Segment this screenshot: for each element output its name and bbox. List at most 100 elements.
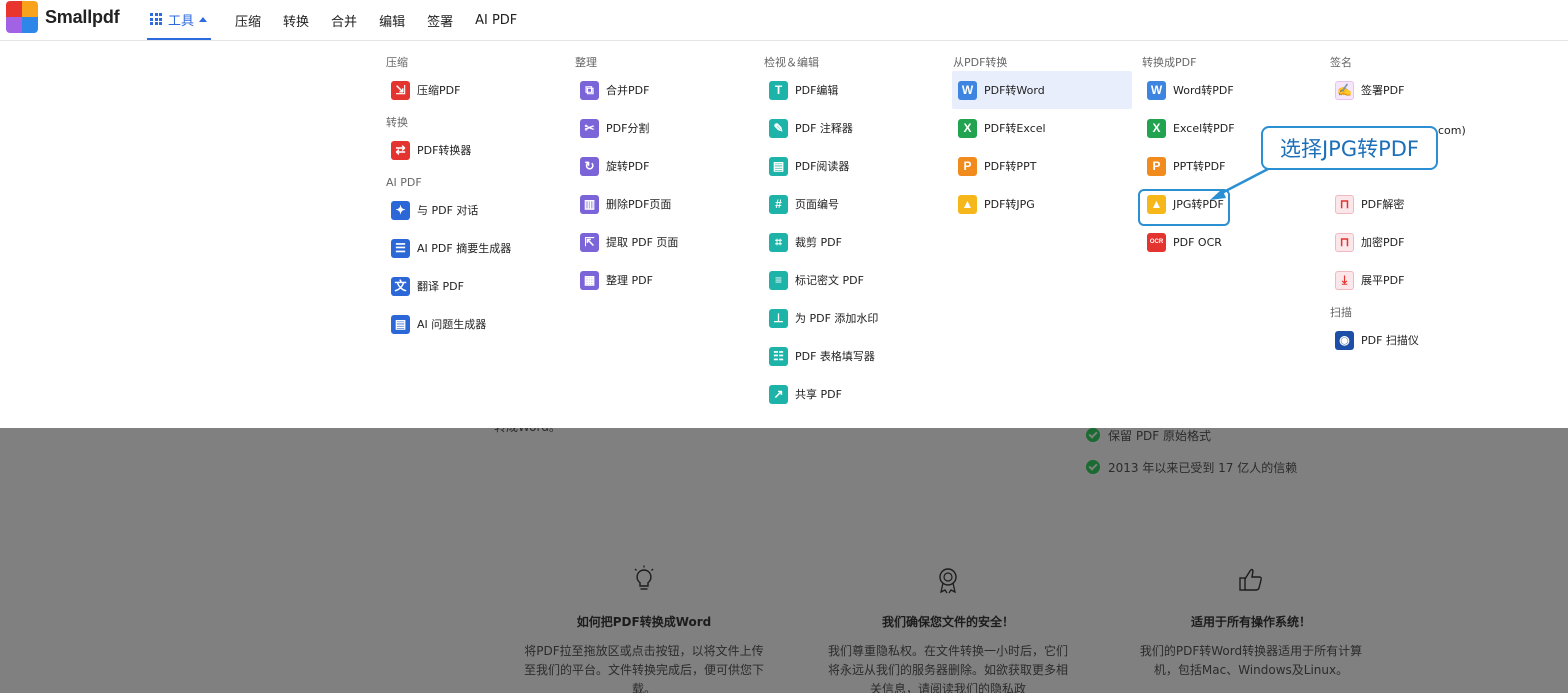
menu-item-label: PDF解密: [1361, 198, 1405, 211]
menu-item-label: 签署PDF: [1361, 84, 1405, 97]
lightbulb-icon: [634, 565, 654, 590]
menu-item-label: 旋转PDF: [606, 160, 650, 173]
menu-item-translate-pdf[interactable]: 文 翻译 PDF: [385, 267, 565, 305]
nav-edit[interactable]: 编辑: [379, 11, 405, 30]
menu-item-extract-pages[interactable]: ⇱ 提取 PDF 页面: [574, 223, 754, 261]
menu-item-label: PDF编辑: [795, 84, 839, 97]
nav-ai-pdf[interactable]: AI PDF: [475, 13, 517, 28]
nav-merge[interactable]: 合并: [331, 11, 357, 30]
feature-os: 适用于所有操作系统！ 我们的PDF转Word转换器适用于所有计算机，包括Mac、…: [1131, 565, 1371, 680]
menu-item-label: 页面编号: [795, 198, 839, 211]
menu-item-delete-pages[interactable]: ▥ 删除PDF页面: [574, 185, 754, 223]
menu-item-label: 压缩PDF: [417, 84, 461, 97]
menu-item-sign-pdf[interactable]: ✍ 签署PDF: [1329, 71, 1509, 109]
menu-item-protect-pdf[interactable]: ⊓ 加密PDF: [1329, 223, 1509, 261]
feature-security: 我们确保您文件的安全！ 我们尊重隐私权。在文件转换一小时后，它们将永远从我们的服…: [828, 565, 1068, 693]
benefit-trust: 2013 年以来已受到 17 亿人的信赖: [1108, 461, 1298, 475]
camera-icon: ◉: [1335, 330, 1354, 350]
category-sign: 签名: [1330, 56, 1352, 69]
share-icon: ↗: [769, 384, 788, 404]
menu-item-edit-pdf[interactable]: T PDF编辑: [763, 71, 943, 109]
menu-item-compress-pdf[interactable]: ⇲ 压缩PDF: [385, 71, 565, 109]
compress-icon: ⇲: [391, 80, 410, 100]
menu-item-word-to-pdf[interactable]: W Word转PDF: [1141, 71, 1321, 109]
menu-item-label: 共享 PDF: [795, 388, 842, 401]
image-icon: ▲: [958, 194, 977, 214]
document-icon: ▤: [769, 156, 788, 176]
extract-icon: ⇱: [580, 232, 599, 252]
menu-item-label: PDF 表格填写器: [795, 350, 875, 363]
category-compress: 压缩: [386, 56, 408, 69]
menu-item-unlock-pdf[interactable]: ⊓ PDF解密: [1329, 185, 1509, 223]
lock-icon: ⊓: [1335, 232, 1354, 252]
menu-item-redact-pdf[interactable]: ≡ 标记密文 PDF: [763, 261, 943, 299]
category-to-pdf: 转换成PDF: [1142, 56, 1197, 69]
menu-item-label: AI PDF 摘要生成器: [417, 242, 512, 255]
nav-convert[interactable]: 转换: [283, 11, 309, 30]
chat-icon: ✦: [391, 200, 410, 220]
menu-item-annotate-pdf[interactable]: ✎ PDF 注释器: [763, 109, 943, 147]
translate-icon: 文: [391, 276, 410, 296]
menu-item-pdf-to-word[interactable]: W PDF转Word: [952, 71, 1132, 109]
feature-how-to: 如何把PDF转换成Word 将PDF拉至拖放区或点击按钮，以将文件上传至我们的平…: [524, 565, 764, 693]
feature-title: 如何把PDF转换成Word: [576, 615, 712, 629]
menu-item-crop-pdf[interactable]: ⌗ 裁剪 PDF: [763, 223, 943, 261]
ocr-icon: OCR: [1147, 232, 1166, 252]
menu-column-sign-security: 签名 ✍ 签署PDF ⊓ PDF解密 ⊓ 加密PDF ⤓ 展平PDF 扫描 ◉ …: [1329, 55, 1509, 359]
nav-compress[interactable]: 压缩: [235, 11, 261, 30]
menu-item-ai-summary[interactable]: ☰ AI PDF 摘要生成器: [385, 229, 565, 267]
menu-item-label: PDF转PPT: [984, 160, 1037, 173]
menu-item-label: PDF 注释器: [795, 122, 853, 135]
menu-item-pdf-to-ppt[interactable]: P PDF转PPT: [952, 147, 1132, 185]
menu-item-pdf-reader[interactable]: ▤ PDF阅读器: [763, 147, 943, 185]
feature-body: 我们的PDF转Word转换器适用于所有计算机，包括Mac、Windows及Lin…: [1139, 644, 1363, 677]
thumbs-up-icon: [1239, 568, 1262, 591]
excel-icon: X: [1147, 118, 1166, 138]
powerpoint-icon: P: [958, 156, 977, 176]
menu-item-pdf-converter[interactable]: ⇄ PDF转换器: [385, 131, 565, 169]
flatten-icon: ⤓: [1335, 270, 1354, 290]
feature-body: 我们尊重隐私权。在文件转换一小时后，它们将永远从我们的服务器删除。如欲获取更多相…: [828, 644, 1069, 693]
menu-item-share-pdf[interactable]: ↗ 共享 PDF: [763, 375, 943, 413]
word-icon: W: [958, 80, 977, 100]
word-icon: W: [1147, 80, 1166, 100]
menu-item-label: 展平PDF: [1361, 274, 1405, 287]
nav-tools-label: 工具: [168, 13, 195, 29]
text-edit-icon: T: [769, 80, 788, 100]
menu-item-pdf-scanner[interactable]: ◉ PDF 扫描仪: [1329, 321, 1509, 359]
menu-item-label: Excel转PDF: [1173, 122, 1235, 135]
feature-title: 我们确保您文件的安全！: [881, 615, 1014, 629]
menu-item-label: 删除PDF页面: [606, 198, 672, 211]
menu-item-ai-questions[interactable]: ▤ AI 问题生成器: [385, 305, 565, 343]
stamp-icon: ⊥: [769, 308, 788, 328]
nav-sign[interactable]: 签署: [427, 11, 453, 30]
menu-item-label: PDF阅读器: [795, 160, 850, 173]
menu-item-organize-pdf[interactable]: ▦ 整理 PDF: [574, 261, 754, 299]
menu-item-merge-pdf[interactable]: ⧉ 合并PDF: [574, 71, 754, 109]
menu-item-label: 标记密文 PDF: [795, 274, 864, 287]
category-organize: 整理: [575, 56, 597, 69]
category-convert: 转换: [386, 116, 408, 129]
menu-item-chat-pdf[interactable]: ✦ 与 PDF 对话: [385, 191, 565, 229]
annotation-arrow-icon: [1210, 167, 1269, 200]
menu-item-flatten-pdf[interactable]: ⤓ 展平PDF: [1329, 261, 1509, 299]
menu-item-label: PDF转JPG: [984, 198, 1035, 211]
menu-item-split-pdf[interactable]: ✂ PDF分割: [574, 109, 754, 147]
feature-body: 将PDF拉至拖放区或点击按钮，以将文件上传至我们的平台。文件转换完成后，便可供您…: [524, 644, 765, 693]
menu-item-rotate-pdf[interactable]: ↻ 旋转PDF: [574, 147, 754, 185]
menu-item-pdf-to-jpg[interactable]: ▲ PDF转JPG: [952, 185, 1132, 223]
convert-icon: ⇄: [391, 140, 410, 160]
menu-item-watermark-pdf[interactable]: ⊥ 为 PDF 添加水印: [763, 299, 943, 337]
top-nav-bar: Smallpdf 工具 压缩 转换 合并 编辑 签署 AI PDF: [0, 0, 1568, 41]
menu-item-label: 提取 PDF 页面: [606, 236, 679, 249]
menu-item-page-numbers[interactable]: # 页面编号: [763, 185, 943, 223]
menu-item-pdf-to-excel[interactable]: X PDF转Excel: [952, 109, 1132, 147]
menu-item-label: 裁剪 PDF: [795, 236, 842, 249]
annotation-callout: 选择JPG转PDF: [1261, 126, 1438, 170]
logo[interactable]: Smallpdf: [6, 1, 120, 33]
menu-item-pdf-ocr[interactable]: OCR PDF OCR: [1141, 223, 1321, 261]
question-doc-icon: ▤: [391, 314, 410, 334]
list-icon: ☰: [391, 238, 410, 258]
menu-item-form-filler[interactable]: ☷ PDF 表格填写器: [763, 337, 943, 375]
nav-tools-button[interactable]: 工具: [147, 0, 212, 40]
